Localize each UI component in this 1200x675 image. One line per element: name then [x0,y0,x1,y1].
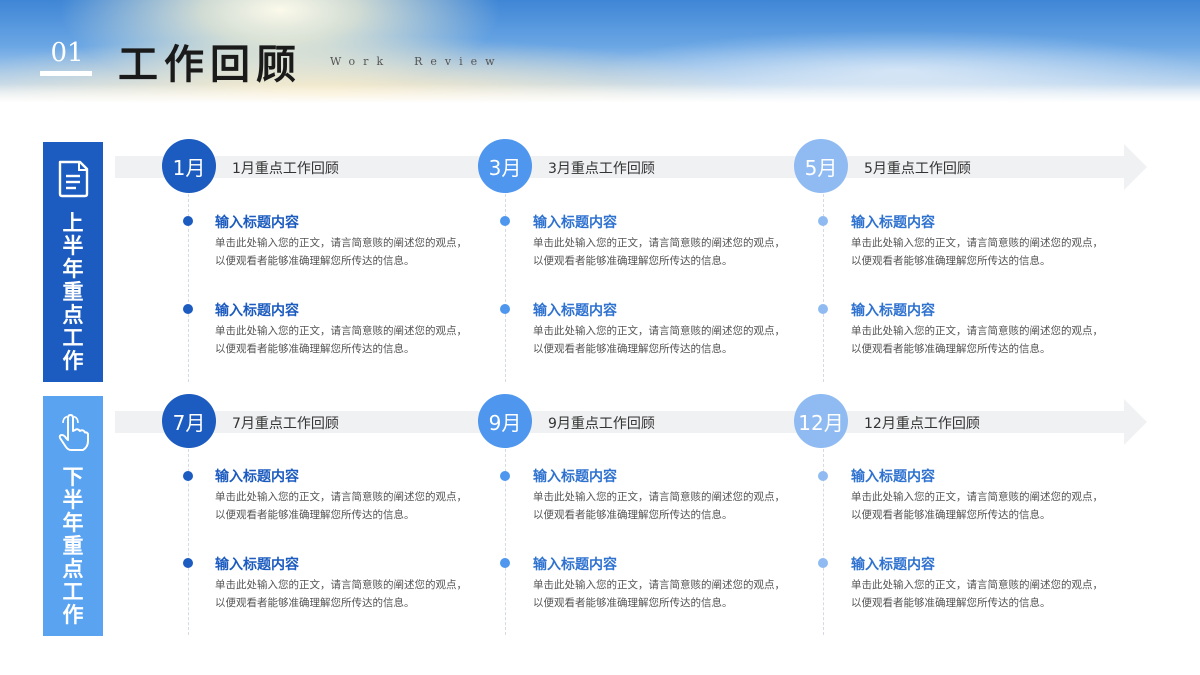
month-title: 1月重点工作回顾 [232,161,339,177]
item-title: 输入标题内容 [215,557,299,573]
item-bullet [818,471,828,481]
item-body: 单击此处输入您的正文，请言简意赅的阐述您的观点，以便观看者能够准确理解您所传达的… [533,579,785,609]
item-body: 单击此处输入您的正文，请言简意赅的阐述您的观点，以便观看者能够准确理解您所传达的… [215,491,467,521]
document-icon [58,160,89,198]
item-bullet [183,304,193,314]
item-title: 输入标题内容 [851,303,935,319]
item-bullet [818,558,828,568]
timeline-arrow-head [1124,399,1147,445]
hand-pointer-icon [58,414,89,451]
item-body: 单击此处输入您的正文，请言简意赅的阐述您的观点，以便观看者能够准确理解您所传达的… [851,579,1103,609]
side-label-first-half: 上半年重点工作 [43,142,103,382]
month-badge-may: 5月 [794,139,848,193]
item-body: 单击此处输入您的正文，请言简意赅的阐述您的观点，以便观看者能够准确理解您所传达的… [851,325,1103,355]
item-body: 单击此处输入您的正文，请言简意赅的阐述您的观点，以便观看者能够准确理解您所传达的… [215,325,467,355]
month-title: 9月重点工作回顾 [548,416,655,432]
item-bullet [500,304,510,314]
month-badge-dec: 12月 [794,394,848,448]
item-title: 输入标题内容 [215,303,299,319]
month-title: 5月重点工作回顾 [864,161,971,177]
item-title: 输入标题内容 [533,303,617,319]
item-body: 单击此处输入您的正文，请言简意赅的阐述您的观点，以便观看者能够准确理解您所传达的… [215,579,467,609]
section-number: 01 [50,38,84,68]
month-title: 12月重点工作回顾 [864,416,980,432]
item-title: 输入标题内容 [851,557,935,573]
item-title: 输入标题内容 [215,215,299,231]
item-body: 单击此处输入您的正文，请言简意赅的阐述您的观点，以便观看者能够准确理解您所传达的… [533,325,785,355]
item-bullet [183,558,193,568]
item-body: 单击此处输入您的正文，请言简意赅的阐述您的观点，以便观看者能够准确理解您所传达的… [215,237,467,267]
item-bullet [500,558,510,568]
side-label-text: 上半年重点工作 [62,211,84,373]
item-body: 单击此处输入您的正文，请言简意赅的阐述您的观点，以便观看者能够准确理解您所传达的… [533,237,785,267]
timeline-arrow-head [1124,144,1147,190]
month-badge-sep: 9月 [478,394,532,448]
item-title: 输入标题内容 [851,215,935,231]
item-bullet [818,216,828,226]
item-body: 单击此处输入您的正文，请言简意赅的阐述您的观点，以便观看者能够准确理解您所传达的… [533,491,785,521]
item-title: 输入标题内容 [215,469,299,485]
section-number-underline [40,71,92,76]
item-bullet [500,471,510,481]
item-bullet [183,471,193,481]
item-title: 输入标题内容 [533,469,617,485]
page-title: 工作回顾 [118,42,302,88]
item-title: 输入标题内容 [533,215,617,231]
item-body: 单击此处输入您的正文，请言简意赅的阐述您的观点，以便观看者能够准确理解您所传达的… [851,491,1103,521]
side-label-text: 下半年重点工作 [62,465,84,627]
month-badge-jul: 7月 [162,394,216,448]
item-title: 输入标题内容 [851,469,935,485]
month-title: 7月重点工作回顾 [232,416,339,432]
item-bullet [818,304,828,314]
item-body: 单击此处输入您的正文，请言简意赅的阐述您的观点，以便观看者能够准确理解您所传达的… [851,237,1103,267]
side-label-second-half: 下半年重点工作 [43,396,103,636]
item-title: 输入标题内容 [533,557,617,573]
month-title: 3月重点工作回顾 [548,161,655,177]
item-bullet [183,216,193,226]
month-badge-mar: 3月 [478,139,532,193]
page-subtitle: Work Review [330,55,503,68]
item-bullet [500,216,510,226]
month-badge-jan: 1月 [162,139,216,193]
